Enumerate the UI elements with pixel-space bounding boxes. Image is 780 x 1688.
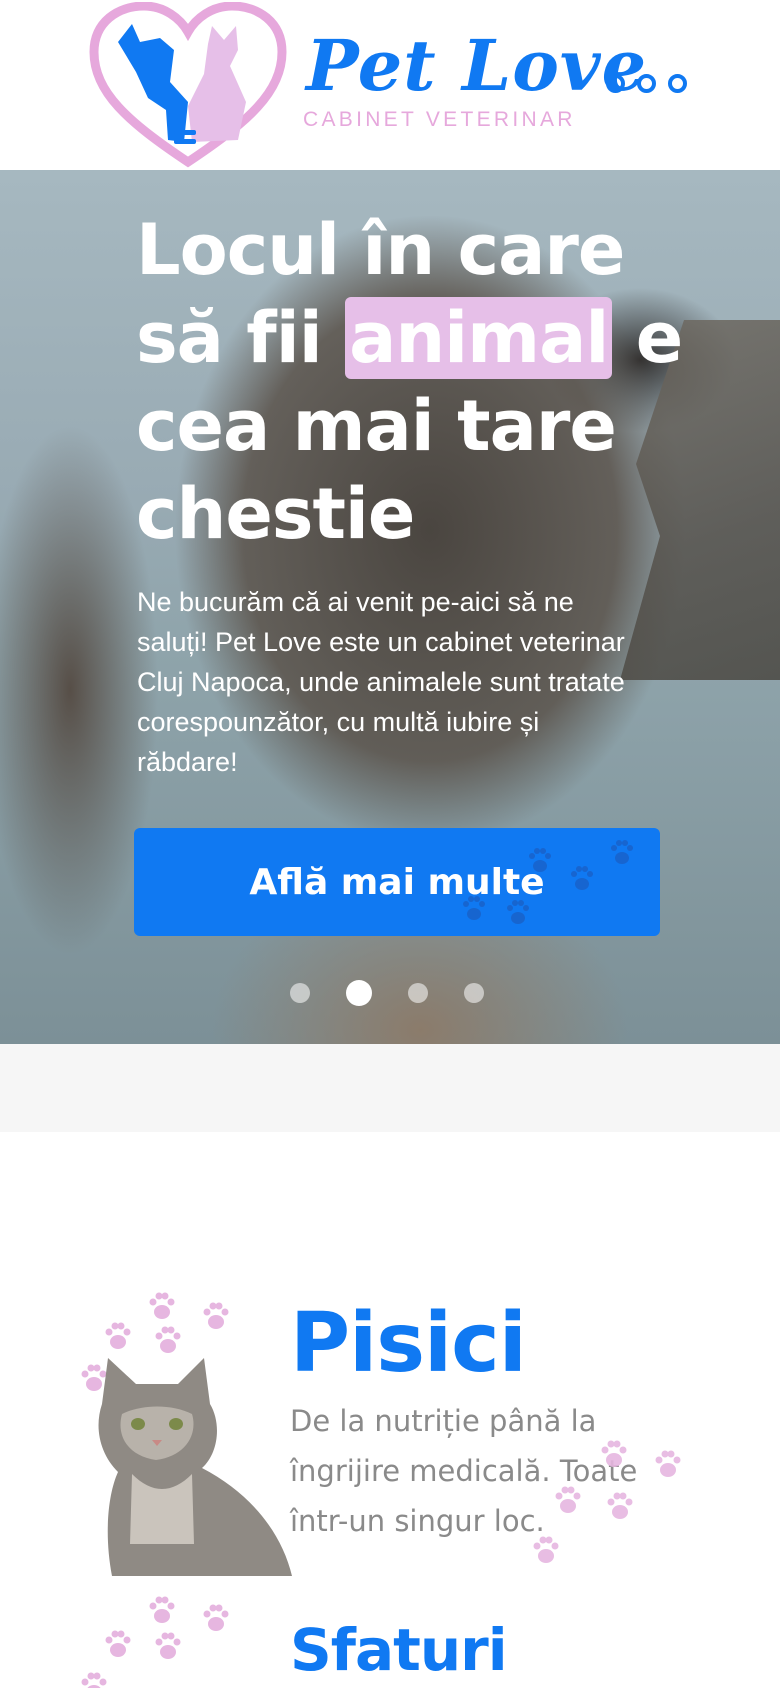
slide-dot-active[interactable] bbox=[346, 980, 372, 1006]
slide-dot[interactable] bbox=[408, 983, 428, 1003]
slider-pagination bbox=[290, 980, 484, 1006]
paw-prints-icon bbox=[533, 1440, 681, 1563]
hero-description: Ne bucurăm că ai venit pe-aici să ne sal… bbox=[137, 587, 625, 777]
cat-photo bbox=[98, 1358, 292, 1576]
menu-dot-icon bbox=[637, 74, 656, 93]
hero-title-highlight: animal bbox=[345, 297, 613, 379]
pet-love-logo-icon[interactable] bbox=[88, 2, 288, 168]
paw-prints-icon bbox=[463, 840, 633, 924]
menu-dot-icon bbox=[668, 74, 687, 93]
slide-dot[interactable] bbox=[290, 983, 310, 1003]
slide-dot[interactable] bbox=[464, 983, 484, 1003]
learn-more-button[interactable]: Află mai multe bbox=[134, 828, 660, 936]
section-divider-band bbox=[0, 1044, 780, 1132]
hero-slider: Locul în care să fii animal e cea mai ta… bbox=[0, 170, 780, 1044]
service-title-pisici[interactable]: Pisici bbox=[290, 1296, 527, 1391]
brand-subtitle: CABINET VETERINAR bbox=[303, 108, 576, 131]
brand-name[interactable]: Pet Love bbox=[306, 24, 647, 107]
paw-prints-icon bbox=[81, 1596, 229, 1688]
menu-button[interactable] bbox=[606, 74, 687, 93]
menu-dot-icon bbox=[606, 74, 625, 93]
hero-title: Locul în care să fii animal e cea mai ta… bbox=[136, 206, 696, 558]
service-title-sfaturi[interactable]: Sfaturi bbox=[290, 1616, 508, 1684]
site-header: Pet Love CABINET VETERINAR bbox=[0, 0, 780, 170]
